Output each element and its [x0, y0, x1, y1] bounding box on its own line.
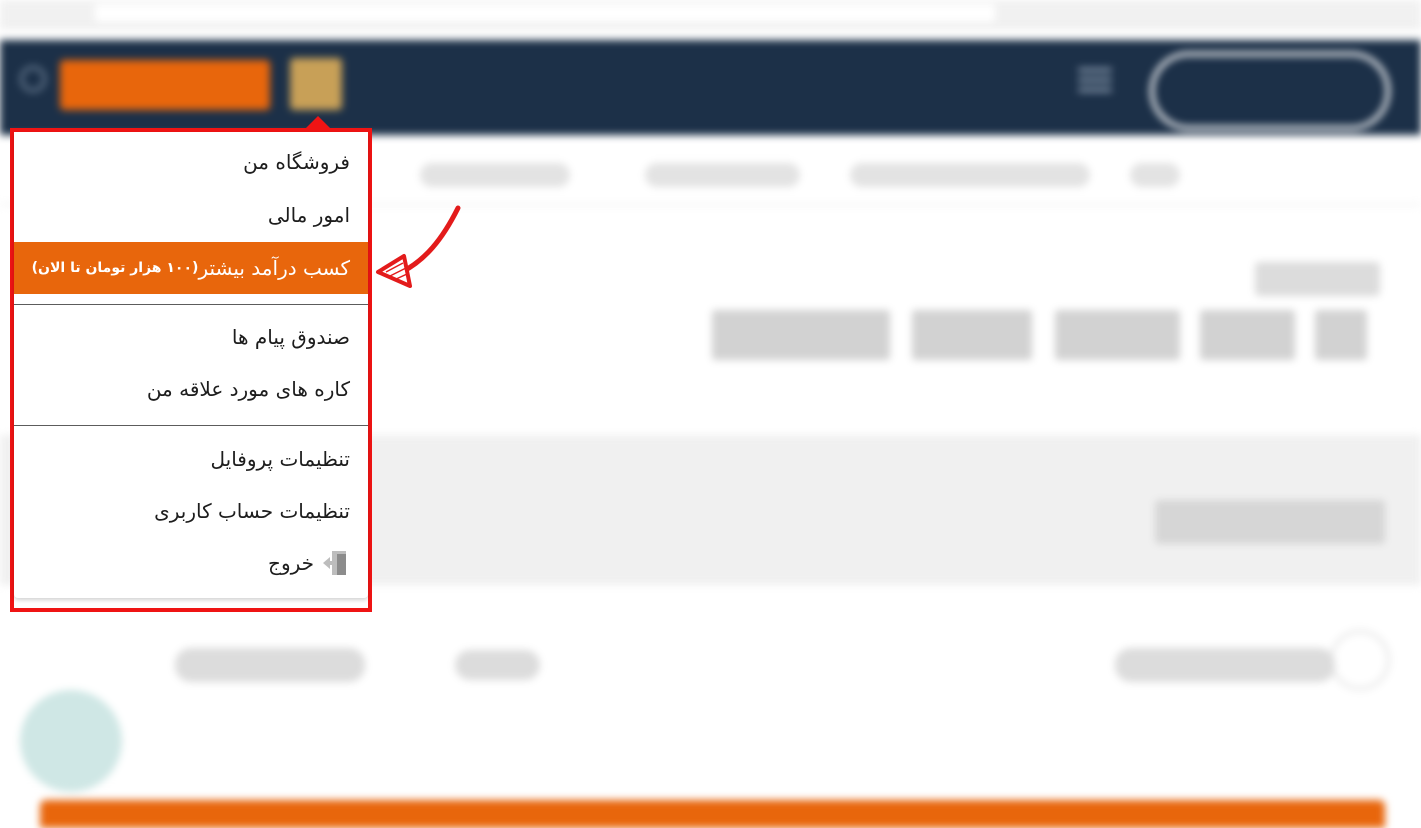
secondary-section-title — [1155, 500, 1385, 544]
menu-item-label: خروج — [268, 551, 314, 575]
user-avatar[interactable] — [290, 58, 342, 110]
menu-item-inbox[interactable]: صندوق پیام ها — [232, 322, 350, 352]
menu-divider — [14, 304, 368, 305]
tag[interactable] — [912, 310, 1032, 360]
section-title — [1255, 262, 1380, 296]
user-dropdown-menu: فروشگاه من امور مالی کسب درآمد بیشتر (۱۰… — [14, 132, 368, 598]
tag[interactable] — [1055, 310, 1180, 360]
header-action-button[interactable] — [60, 60, 270, 110]
menu-item-my-shop[interactable]: فروشگاه من — [243, 147, 350, 177]
menu-item-label: کسب درآمد بیشتر — [198, 256, 350, 280]
menu-item-logout[interactable]: خروج — [268, 548, 350, 578]
hamburger-menu-icon[interactable] — [1078, 68, 1112, 98]
radio-icon[interactable] — [1330, 630, 1390, 690]
menu-item-finance[interactable]: امور مالی — [268, 200, 350, 230]
nav-item[interactable] — [645, 163, 800, 187]
exit-icon — [320, 548, 350, 578]
bottom-banner[interactable] — [40, 800, 1385, 828]
earnings-note: (۱۰۰ هزار تومان تا الان) — [31, 260, 199, 276]
dropdown-pointer — [306, 116, 330, 128]
menu-item-label: تنظیمات حساب کاربری — [154, 499, 350, 523]
stats-row — [0, 600, 1421, 790]
site-logo[interactable] — [1150, 52, 1390, 130]
menu-item-label: امور مالی — [267, 203, 350, 227]
support-chat-icon[interactable] — [20, 690, 122, 792]
tag[interactable] — [1315, 310, 1367, 360]
menu-item-earn-more[interactable]: کسب درآمد بیشتر (۱۰۰ هزار تومان تا الان) — [14, 242, 368, 294]
tag[interactable] — [712, 310, 890, 360]
search-icon[interactable] — [20, 66, 46, 92]
nav-item[interactable] — [850, 163, 1090, 187]
menu-item-favorites[interactable]: کاره های مورد علاقه من — [147, 374, 350, 404]
stat-value — [175, 648, 365, 682]
menu-divider — [14, 425, 368, 426]
menu-item-profile-settings[interactable]: تنظیمات پروفایل — [210, 444, 350, 474]
stat-value — [455, 650, 540, 680]
menu-item-label: صندوق پیام ها — [231, 325, 350, 349]
stat-label — [1115, 648, 1335, 682]
menu-item-label: تنظیمات پروفایل — [210, 447, 350, 471]
annotation-arrow — [376, 205, 461, 288]
menu-item-label: کاره های مورد علاقه من — [146, 377, 350, 401]
address-bar[interactable] — [95, 4, 995, 22]
menu-item-label: فروشگاه من — [243, 150, 350, 174]
menu-item-account-settings[interactable]: تنظیمات حساب کاربری — [154, 496, 350, 526]
tag[interactable] — [1200, 310, 1295, 360]
nav-item[interactable] — [420, 163, 570, 187]
nav-item[interactable] — [1130, 163, 1180, 187]
browser-toolbar — [0, 0, 1421, 28]
